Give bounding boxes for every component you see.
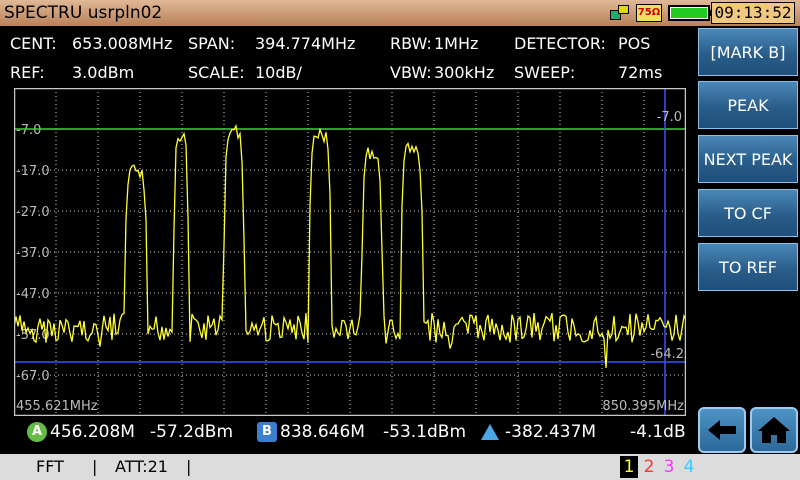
rbw-label: RBW: <box>390 34 432 53</box>
spectrum-trace <box>14 123 686 369</box>
ref-value: 3.0dBm <box>72 63 135 82</box>
bottom-status-bar: FFT | ATT:21 | 1 2 3 4 <box>0 454 800 480</box>
separator: | <box>92 457 98 476</box>
trace-4-selector[interactable]: 4 <box>680 456 698 478</box>
battery-icon <box>668 5 714 21</box>
y-axis-label: -67.0 <box>16 369 50 384</box>
delta-icon <box>481 424 499 440</box>
status-icons: 75Ω <box>610 3 714 23</box>
marker-delta-freq: -382.437M <box>505 422 597 442</box>
sweep-value: 72ms <box>618 63 663 82</box>
y-axis-label: -47.0 <box>16 287 50 302</box>
detector-label: DETECTOR: <box>514 34 606 53</box>
marker-readout: A 456.208M -57.2dBm B 838.646M -53.1dBm … <box>0 422 700 450</box>
trace-1-selector[interactable]: 1 <box>620 456 638 478</box>
scale-label: SCALE: <box>188 63 245 82</box>
to-cf-button[interactable]: TO CF <box>698 189 798 237</box>
marker-a-freq: 456.208M <box>50 422 135 442</box>
marker-a-badge: A <box>27 422 47 442</box>
home-button[interactable] <box>750 407 798 453</box>
separator: | <box>186 457 192 476</box>
x-end-label: 850.395MHz <box>602 399 684 414</box>
scale-value: 10dB/ <box>255 63 302 82</box>
marker-b-freq: 838.646M <box>280 422 365 442</box>
marker-a-level: -57.2dBm <box>150 422 233 442</box>
impedance-icon: 75Ω <box>636 4 662 22</box>
attenuation-label[interactable]: ATT:21 <box>115 454 168 480</box>
vbw-value: 300kHz <box>434 63 495 82</box>
trace-2-selector[interactable]: 2 <box>640 456 658 478</box>
x-start-label: 455.621MHz <box>16 399 98 414</box>
title-bar: SPECTRU usrpln02 75Ω 09:13:52 <box>0 0 800 26</box>
trace-3-selector[interactable]: 3 <box>660 456 678 478</box>
sweep-label: SWEEP: <box>514 63 576 82</box>
marker-delta-level: -4.1dB <box>630 422 686 442</box>
marker-b-badge: B <box>257 422 277 442</box>
left-arrow-icon <box>708 420 736 440</box>
cent-value: 653.008MHz <box>72 34 173 53</box>
marker-a[interactable]: A 456.208M <box>27 422 135 442</box>
y-axis-label: -27.0 <box>16 205 50 220</box>
detector-value: POS <box>618 34 651 53</box>
mode-label[interactable]: FFT <box>36 454 64 480</box>
cent-label: CENT: <box>10 34 57 53</box>
clock: 09:13:52 <box>711 2 795 24</box>
span-label: SPAN: <box>188 34 236 53</box>
y-axis-label: -7.0 <box>16 123 41 138</box>
marker-delta[interactable]: -382.437M <box>481 422 596 442</box>
line-top-label: -7.0 <box>657 110 682 125</box>
peak-button[interactable]: PEAK <box>698 81 798 129</box>
home-icon <box>758 417 790 443</box>
ref-label: REF: <box>10 63 45 82</box>
network-icon <box>610 4 630 22</box>
spectrum-graph[interactable]: -7.0-17.0-27.0-37.0-47.0-57.0-67.0 -7.0 … <box>14 88 686 416</box>
graph-grid <box>14 88 686 416</box>
app-title: SPECTRU usrpln02 <box>4 3 163 23</box>
line-bottom-label: -64.2 <box>650 347 684 362</box>
y-axis-label: -17.0 <box>16 164 50 179</box>
marker-b[interactable]: B 838.646M <box>257 422 365 442</box>
to-ref-button[interactable]: TO REF <box>698 243 798 291</box>
y-axis-label: -37.0 <box>16 246 50 261</box>
marker-b-level: -53.1dBm <box>383 422 466 442</box>
rbw-value: 1MHz <box>434 34 479 53</box>
next-peak-button[interactable]: NEXT PEAK <box>698 135 798 183</box>
graph-y-labels: -7.0-17.0-27.0-37.0-47.0-57.0-67.0 <box>16 123 50 384</box>
span-value: 394.774MHz <box>255 34 356 53</box>
mark-b-button[interactable]: [MARK B] <box>698 28 798 76</box>
vbw-label: VBW: <box>390 63 432 82</box>
back-button[interactable] <box>698 407 746 453</box>
